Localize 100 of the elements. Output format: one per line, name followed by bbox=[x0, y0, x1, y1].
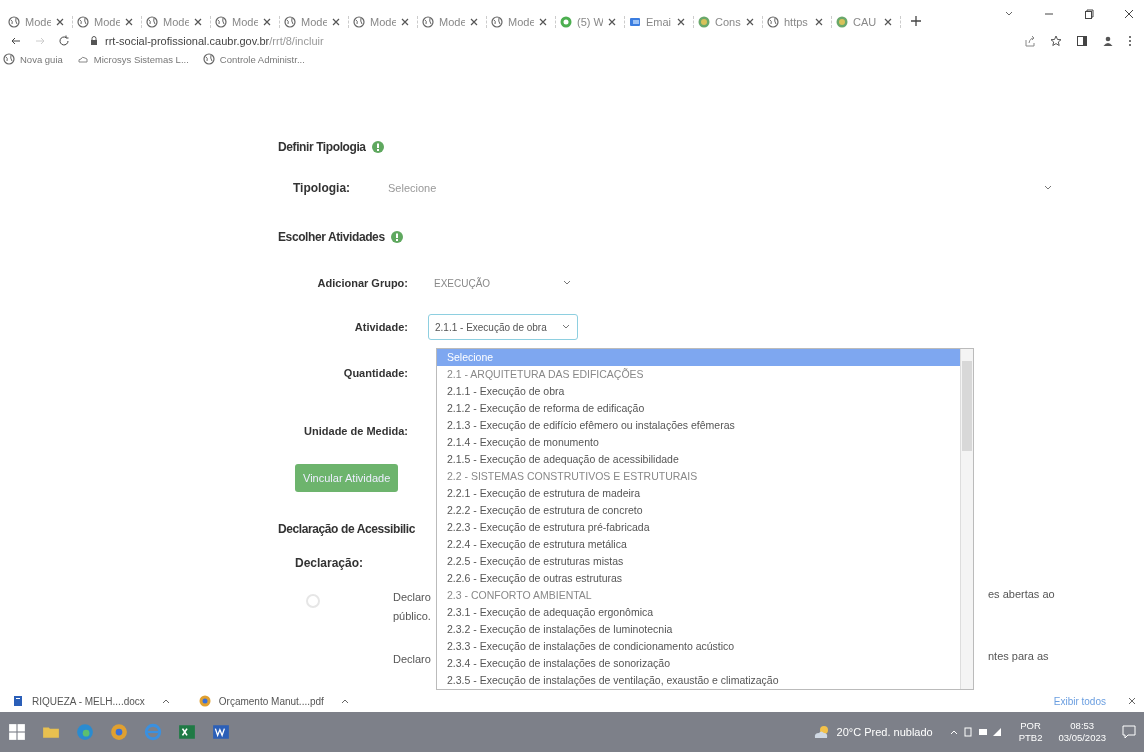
info-icon bbox=[390, 231, 403, 243]
dropdown-option[interactable]: 2.3.5 - Execução de instalações de ventilação, exaustão e climatização bbox=[437, 672, 960, 689]
close-icon[interactable] bbox=[470, 18, 478, 26]
globe-icon bbox=[767, 16, 779, 28]
weather-icon bbox=[812, 725, 831, 739]
back-icon[interactable] bbox=[10, 35, 22, 47]
globe-icon bbox=[215, 16, 227, 28]
field-label: Atividade: bbox=[353, 321, 409, 333]
dropdown-option[interactable]: 2.1.3 - Execução de edifício efêmero ou instalações efêmeras bbox=[437, 417, 960, 434]
dropdown-option[interactable]: 2.2.5 - Execução de estruturas mistas bbox=[437, 553, 960, 570]
dropdown-option[interactable]: 2.3.4 - Execução de instalações de sonorização bbox=[437, 655, 960, 672]
globe-icon bbox=[3, 53, 15, 65]
close-icon[interactable] bbox=[125, 18, 133, 26]
weather-text[interactable]: 20°C Pred. nublado bbox=[836, 726, 933, 738]
tray-icons[interactable] bbox=[948, 726, 1003, 738]
globe-icon bbox=[422, 16, 434, 28]
close-icon[interactable] bbox=[1128, 697, 1136, 705]
mail-icon bbox=[629, 16, 641, 28]
radio-icon[interactable] bbox=[306, 594, 320, 608]
browser-tab[interactable]: CAU bbox=[836, 16, 901, 28]
new-tab-icon[interactable] bbox=[911, 16, 921, 26]
input-language[interactable]: POR PTB2 bbox=[1018, 720, 1043, 744]
dropdown-option[interactable]: 2.3.2 - Execução de instalações de luminotecnia bbox=[437, 621, 960, 638]
close-icon[interactable] bbox=[263, 18, 271, 26]
close-icon[interactable] bbox=[815, 18, 823, 26]
section-heading: Declaração de Acessibilic bbox=[278, 522, 415, 536]
show-all-link[interactable]: Exibir todos bbox=[1053, 695, 1106, 707]
dropdown-option[interactable]: 2.2.3 - Execução de estrutura pré-fabricada bbox=[437, 519, 960, 536]
download-item[interactable]: RIQUEZA - MELH....docx bbox=[12, 695, 171, 707]
close-icon[interactable] bbox=[677, 18, 685, 26]
globe-icon bbox=[491, 16, 503, 28]
browser-tab[interactable]: https bbox=[767, 16, 832, 28]
spreadsheet-icon[interactable] bbox=[178, 723, 196, 741]
tipologia-select[interactable]: Tipologia: Selecione bbox=[293, 178, 1053, 198]
info-icon bbox=[371, 141, 384, 153]
globe-icon bbox=[353, 16, 365, 28]
restore-icon[interactable] bbox=[1084, 9, 1094, 19]
browser-icon bbox=[198, 695, 211, 707]
close-icon[interactable] bbox=[332, 18, 340, 26]
menu-icon[interactable] bbox=[1128, 35, 1132, 47]
close-icon[interactable] bbox=[608, 18, 616, 26]
dropdown-option[interactable]: 2.2.2 - Execução de estrutura de concreto bbox=[437, 502, 960, 519]
dropdown-option[interactable]: 2.1.5 - Execução de adequação de acessibilidade bbox=[437, 451, 960, 468]
bookmark[interactable]: Nova guia bbox=[3, 53, 63, 65]
option-group-header: 2.3 - CONFORTO AMBIENTAL bbox=[446, 588, 593, 603]
clock[interactable]: 08:53 03/05/2023 bbox=[1058, 720, 1106, 744]
close-icon[interactable] bbox=[194, 18, 202, 26]
close-icon[interactable] bbox=[401, 18, 409, 26]
activity-select[interactable]: 2.1.1 - Execução de obra bbox=[428, 314, 578, 340]
close-icon[interactable] bbox=[539, 18, 547, 26]
option-group-header: 2.2 - SISTEMAS CONSTRUTIVOS E ESTRUTURAIS bbox=[446, 469, 699, 484]
document-icon bbox=[12, 695, 24, 707]
dropdown-option[interactable]: 2.2.1 - Execução de estrutura de madeira bbox=[437, 485, 960, 502]
field-label: Adicionar Grupo: bbox=[316, 277, 409, 289]
option-group-header: 2.1 - ARQUITETURA DAS EDIFICAÇÕES bbox=[446, 367, 645, 382]
declaration-text: Declaro público. bbox=[393, 590, 431, 624]
close-icon[interactable] bbox=[1124, 9, 1134, 19]
notification-icon[interactable] bbox=[1122, 725, 1136, 739]
field-label: Quantidade: bbox=[342, 367, 409, 379]
chat-bubble-icon bbox=[560, 16, 572, 28]
download-item[interactable]: Orçamento Manut....pdf bbox=[198, 695, 350, 707]
close-icon[interactable] bbox=[746, 18, 754, 26]
dropdown-option[interactable]: 2.1.4 - Execução de monumento bbox=[437, 434, 960, 451]
section-heading: Escolher Atividades bbox=[278, 230, 385, 244]
declaration-text: ntes para as bbox=[988, 650, 1050, 662]
dropdown-option[interactable]: 2.2.4 - Execução de estrutura metálica bbox=[437, 536, 960, 553]
reload-icon[interactable] bbox=[58, 35, 70, 47]
lock-icon bbox=[90, 36, 98, 46]
declaration-text: es abertas ao bbox=[988, 588, 1056, 600]
windows-start-icon[interactable] bbox=[8, 723, 26, 741]
bookmark[interactable]: Controle Administr... bbox=[202, 53, 305, 65]
dropdown-option[interactable]: 2.2.6 - Execução de outras estruturas bbox=[437, 570, 960, 587]
group-select[interactable]: EXECUÇÃO bbox=[428, 270, 578, 296]
browser-tab[interactable]: Emai bbox=[629, 16, 694, 28]
scrollbar[interactable] bbox=[960, 349, 973, 689]
field-label: Declaração: bbox=[295, 556, 364, 570]
field-label: Unidade de Medida: bbox=[303, 425, 409, 437]
globe-icon bbox=[202, 53, 215, 65]
section-heading: Definir Tipologia bbox=[278, 140, 366, 154]
dropdown-option[interactable]: 2.3.3 - Execução de instalações de condicionamento acústico bbox=[437, 638, 960, 655]
declaration-text: Declaro bbox=[393, 652, 431, 667]
globe-icon bbox=[77, 16, 89, 28]
close-icon[interactable] bbox=[56, 18, 64, 26]
globe-icon bbox=[146, 16, 158, 28]
emblem-icon bbox=[836, 16, 848, 28]
side-panel-icon[interactable] bbox=[1076, 35, 1088, 47]
browser-tab[interactable]: (5) W bbox=[560, 16, 625, 28]
dropdown-option[interactable]: 2.3.1 - Execução de adequação ergonômica bbox=[437, 604, 960, 621]
star-icon[interactable] bbox=[1050, 35, 1062, 47]
browser-tab[interactable]: Cons bbox=[698, 16, 763, 28]
document-icon[interactable] bbox=[212, 723, 230, 741]
share-icon[interactable] bbox=[1024, 35, 1036, 47]
dropdown-option[interactable]: 2.1.1 - Execução de obra bbox=[437, 383, 960, 400]
profile-icon[interactable] bbox=[1102, 35, 1114, 47]
close-icon[interactable] bbox=[884, 18, 892, 26]
bookmark[interactable]: Microsys Sistemas L... bbox=[76, 53, 189, 65]
emblem-icon bbox=[698, 16, 710, 28]
dropdown-option[interactable]: 2.1.2 - Execução de reforma de edificação bbox=[437, 400, 960, 417]
globe-icon bbox=[284, 16, 296, 28]
globe-icon bbox=[8, 16, 20, 28]
